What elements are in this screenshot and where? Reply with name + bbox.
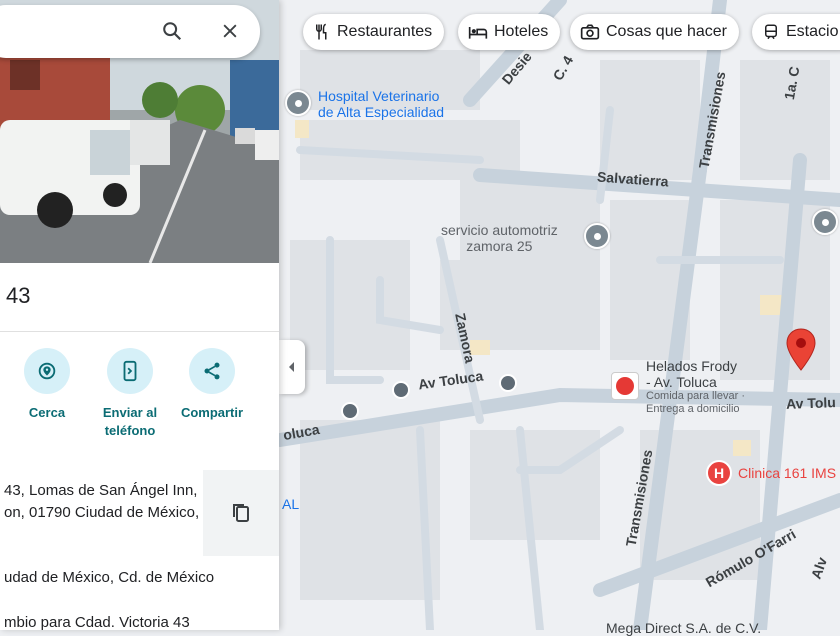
copy-address-button[interactable] <box>203 470 279 556</box>
poi-hospital-label-line2: de Alta Especialidad <box>318 104 445 120</box>
clear-search-button[interactable] <box>216 17 244 45</box>
bus-stop-icon[interactable] <box>341 402 359 420</box>
share-button[interactable]: Compartir <box>167 348 257 422</box>
transit-icon <box>765 24 777 40</box>
poi-hospital-label-line1: Hospital Veterinario <box>318 88 440 104</box>
poi-helados-label[interactable]: Helados Frody - Av. Toluca Comida para l… <box>646 358 745 416</box>
place-title: 43 <box>6 283 31 308</box>
poi-helados-line2: - Av. Toluca <box>646 374 717 390</box>
search-button[interactable] <box>158 17 186 45</box>
map-fragment-label: AL <box>282 496 300 512</box>
chip-hotels[interactable]: Hoteles <box>458 14 561 50</box>
poi-hospital-pin[interactable] <box>285 90 311 116</box>
chip-transit[interactable]: Estacio <box>752 14 840 50</box>
place-panel: 43 Cerca Enviar al teléfono Compartir 43,… <box>0 0 279 630</box>
send-to-phone-button[interactable]: Enviar al teléfono <box>85 348 175 440</box>
search-icon <box>163 22 182 41</box>
chip-things-to-do[interactable]: Cosas que hacer <box>570 14 739 50</box>
divider <box>0 331 279 332</box>
collapse-panel-button[interactable] <box>279 340 305 394</box>
chip-restaurants[interactable]: Restaurantes <box>303 14 445 50</box>
poi-servicio-pin[interactable] <box>584 223 610 249</box>
chip-label: Estacio <box>786 23 839 40</box>
suggest-edit-row[interactable]: mbio para Cdad. Victoria 43 <box>4 614 190 630</box>
nearby-icon <box>38 362 56 380</box>
chip-label: Hoteles <box>494 23 549 40</box>
chip-label: Cosas que hacer <box>606 23 727 40</box>
poi-hospital-label[interactable]: Hospital Veterinario de Alta Especialida… <box>318 88 444 120</box>
poi-mega-label[interactable]: Mega Direct S.A. de C.V. <box>606 620 761 636</box>
street-av-toluca-right: Av Tolu <box>785 394 837 412</box>
camera-icon <box>580 24 600 40</box>
chevron-left-icon <box>289 362 294 372</box>
poi-helados-line1: Helados Frody <box>646 358 738 374</box>
plus-code-row[interactable]: udad de México, Cd. de México <box>4 569 214 586</box>
poi-clinica-label[interactable]: Clinica 161 IMS <box>738 465 836 481</box>
bus-stop-icon[interactable] <box>392 381 410 399</box>
poi-right-pin[interactable] <box>812 209 838 235</box>
address-line-1: 43, Lomas de San Ángel Inn, <box>4 482 198 499</box>
poi-helados-line4: Entrega a domicilio <box>646 403 740 415</box>
copy-icon <box>233 504 249 522</box>
hospital-icon[interactable]: H <box>706 460 732 486</box>
restaurant-icon <box>316 23 327 40</box>
nearby-label: Cerca <box>28 405 66 420</box>
send-to-phone-icon <box>123 360 137 382</box>
close-icon <box>223 24 237 38</box>
poi-servicio-label-line1: servicio automotriz <box>441 222 558 238</box>
bus-stop-icon[interactable] <box>499 374 517 392</box>
share-icon <box>204 362 220 380</box>
send-to-phone-label-2: teléfono <box>104 423 156 438</box>
poi-helados-line3: Comida para llevar · <box>646 390 746 402</box>
poi-helados-icon[interactable] <box>611 372 639 400</box>
location-pin-icon[interactable] <box>786 328 816 372</box>
address-row[interactable]: 43, Lomas de San Ángel Inn, on, 01790 Ci… <box>0 470 279 556</box>
nearby-button[interactable]: Cerca <box>2 348 92 422</box>
search-box[interactable] <box>0 5 260 58</box>
send-to-phone-label-1: Enviar al <box>102 405 158 420</box>
address-line-2: on, 01790 Ciudad de México, <box>4 504 200 521</box>
chip-label: Restaurantes <box>337 23 433 40</box>
share-label: Compartir <box>180 405 244 420</box>
hotel-icon <box>468 27 488 39</box>
poi-servicio-label-line2: zamora 25 <box>466 238 533 254</box>
poi-servicio-label[interactable]: servicio automotriz zamora 25 <box>441 222 558 254</box>
